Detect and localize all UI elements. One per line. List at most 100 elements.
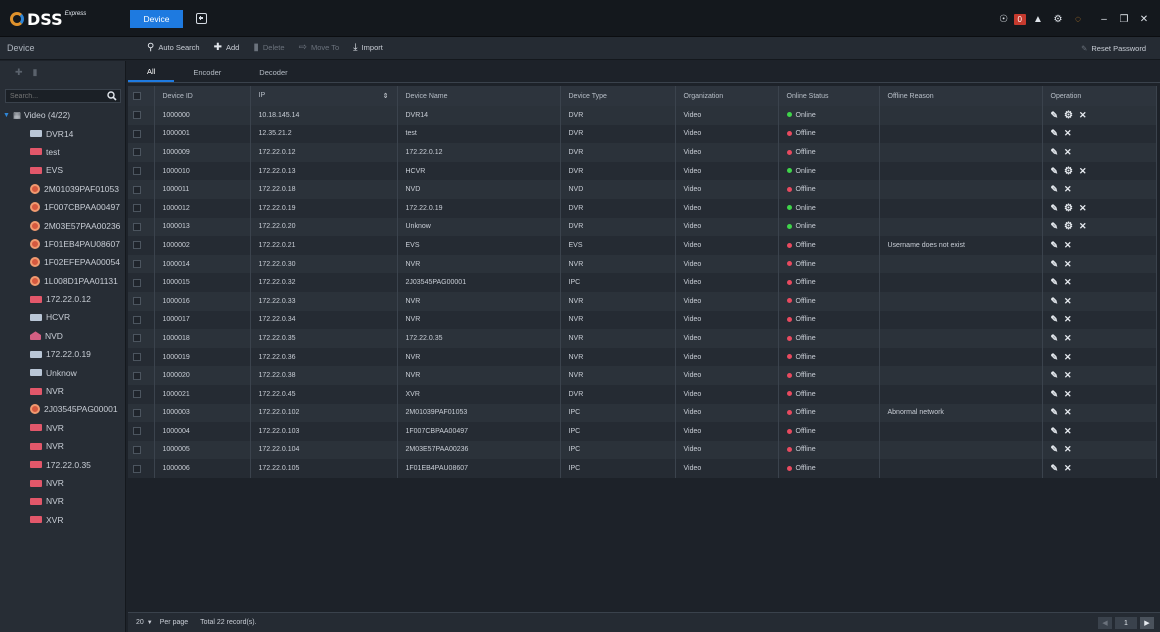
table-row[interactable]: 1000018 172.22.0.35 172.22.0.35 NVR Video Off… [128,329,1157,348]
alarm-count-badge[interactable]: 0 [1013,13,1026,25]
delete-x-icon[interactable]: ✕ [1064,314,1072,325]
delete-x-icon[interactable]: ✕ [1064,147,1072,158]
delete-x-icon[interactable]: ✕ [1064,407,1072,418]
reset-password-button[interactable]: ✎ Reset Password [1081,44,1146,53]
table-row[interactable]: 1000020 172.22.0.38 NVR NVR Video Offline ✎ ✕ [128,366,1157,385]
delete-x-icon[interactable]: ✕ [1064,426,1072,437]
table-row[interactable]: 1000014 172.22.0.30 NVR NVR Video Offline ✎ ✕ [128,254,1157,274]
minimize-icon[interactable]: – [1096,11,1112,27]
col-online-status[interactable]: Online Status [778,86,880,106]
col-offline-reason[interactable]: Offline Reason [879,86,1043,106]
tab-encoder[interactable]: Encoder [174,63,240,82]
table-row[interactable]: 1000016 172.22.0.33 NVR NVR Video Offline ✎ ✕ [128,291,1157,311]
edit-icon[interactable]: ✎ [1051,147,1059,158]
row-checkbox[interactable] [133,241,141,250]
tree-item[interactable]: NVR [0,419,125,437]
table-row[interactable]: 1000006 172.22.0.105 1F01EB4PAU08607 IPC Vid… [128,459,1157,478]
table-row[interactable]: 1000001 12.35.21.2 test DVR Video Offline ✎ ✕ [128,124,1157,144]
row-checkbox[interactable] [133,204,141,213]
tree-item[interactable]: NVD [0,327,125,345]
delete-x-icon[interactable]: ✕ [1079,166,1087,177]
next-page-button[interactable]: ▶ [1140,617,1154,629]
table-row[interactable]: 1000013 172.22.0.20 Unknow DVR Video Online ✎ ⚙… [128,217,1157,237]
table-row[interactable]: 1000000 10.18.145.14 DVR14 DVR Video Online ✎ ⚙… [128,106,1157,125]
delete-x-icon[interactable]: ✕ [1064,370,1072,381]
tree-root-video[interactable]: ▼ ▦ Video (4/22) [0,106,125,124]
table-row[interactable]: 1000011 172.22.0.18 NVD NVD Video Offline ✎ ✕ [128,180,1157,199]
row-checkbox[interactable] [133,371,141,380]
gear-icon[interactable]: ⚙ [1064,166,1073,177]
col-device-type[interactable]: Device Type [560,86,676,106]
tree-item[interactable]: NVR [0,382,125,400]
row-checkbox[interactable] [133,408,141,417]
edit-icon[interactable]: ✎ [1051,333,1059,344]
row-checkbox[interactable] [133,111,141,120]
edit-icon[interactable]: ✎ [1051,240,1059,251]
edit-icon[interactable]: ✎ [1051,296,1059,307]
add-tab-button[interactable] [194,11,208,25]
edit-icon[interactable]: ✎ [1051,407,1059,418]
edit-icon[interactable]: ✎ [1051,444,1059,455]
row-checkbox[interactable] [133,334,141,343]
table-row[interactable]: 1000021 172.22.0.45 XVR DVR Video Offline ✎ ✕ [128,384,1157,404]
tab-all[interactable]: All [128,63,175,82]
delete-x-icon[interactable]: ✕ [1064,389,1072,400]
edit-icon[interactable]: ✎ [1051,389,1059,400]
edit-icon[interactable]: ✎ [1051,259,1059,270]
tree-item[interactable]: 1F007CBPAA00497 [0,198,125,216]
auto-search-button[interactable]: ⚲ Auto Search [147,42,200,53]
tree-item[interactable]: 2M03E57PAA00236 [0,216,125,234]
tree-item[interactable]: Unknow [0,363,125,381]
row-checkbox[interactable] [133,129,141,138]
tree-item[interactable]: test [0,143,125,161]
tree-search-input[interactable] [6,92,106,100]
delete-x-icon[interactable]: ✕ [1064,333,1072,344]
table-row[interactable]: 1000012 172.22.0.19 172.22.0.19 DVR Video Onl… [128,198,1157,218]
row-checkbox[interactable] [133,390,141,399]
row-checkbox[interactable] [133,260,141,269]
tree-item[interactable]: DVR14 [0,124,125,142]
tree-item[interactable]: 1L008D1PAA01131 [0,272,125,290]
edit-icon[interactable]: ✎ [1051,184,1059,195]
row-checkbox[interactable] [133,167,141,176]
tree-item[interactable]: 1F01EB4PAU08607 [0,235,125,253]
col-organization[interactable]: Organization [675,86,779,106]
tree-delete-icon[interactable]: ▮ [33,67,38,78]
prev-page-button[interactable]: ◀ [1098,617,1112,629]
tree-item[interactable]: 172.22.0.35 [0,455,125,473]
row-checkbox[interactable] [133,185,141,194]
edit-icon[interactable]: ✎ [1051,314,1059,325]
current-page[interactable]: 1 [1115,617,1137,629]
delete-x-icon[interactable]: ✕ [1064,296,1072,307]
tree-item[interactable]: EVS [0,161,125,179]
tab-device[interactable]: Device [130,10,183,28]
row-checkbox[interactable] [133,353,141,362]
table-row[interactable]: 1000004 172.22.0.103 1F007CBPAA00497 IPC Vid… [128,422,1157,441]
edit-icon[interactable]: ✎ [1051,166,1059,177]
per-page-select[interactable]: 20 ▼ [136,619,153,626]
col-operation[interactable]: Operation [1042,86,1157,106]
row-checkbox[interactable] [133,315,141,324]
move-to-button[interactable]: ⇨ Move To [299,42,340,53]
table-row[interactable]: 1000015 172.22.0.32 2J03545PAG00001 IPC Vide… [128,273,1157,292]
delete-x-icon[interactable]: ✕ [1064,240,1072,251]
tree-item[interactable]: NVR [0,437,125,455]
tree-item[interactable]: 1F02EFEPAA00054 [0,253,125,271]
edit-icon[interactable]: ✎ [1051,277,1059,288]
table-row[interactable]: 1000003 172.22.0.102 2M01039PAF01053 IPC Vid… [128,403,1157,423]
restore-icon[interactable]: ❐ [1116,11,1132,27]
col-ip[interactable]: IP ⇕ [250,86,398,106]
import-button[interactable]: ⤓ Import [353,42,383,53]
edit-icon[interactable]: ✎ [1051,370,1059,381]
row-checkbox[interactable] [133,445,141,454]
table-row[interactable]: 1000005 172.22.0.104 2M03E57PAA00236 IPC Vid… [128,440,1157,460]
gear-icon[interactable]: ⚙ [1064,203,1073,214]
col-device-id[interactable]: Device ID [154,86,251,106]
tree-add-icon[interactable]: ✚ [15,67,23,78]
row-checkbox[interactable] [133,427,141,436]
tree-item[interactable]: 172.22.0.19 [0,345,125,363]
table-row[interactable]: 1000019 172.22.0.36 NVR NVR Video Offline ✎ ✕ [128,347,1157,367]
tree-item[interactable]: NVR [0,474,125,492]
tree-item[interactable]: 2J03545PAG00001 [0,400,125,418]
delete-x-icon[interactable]: ✕ [1079,110,1087,121]
